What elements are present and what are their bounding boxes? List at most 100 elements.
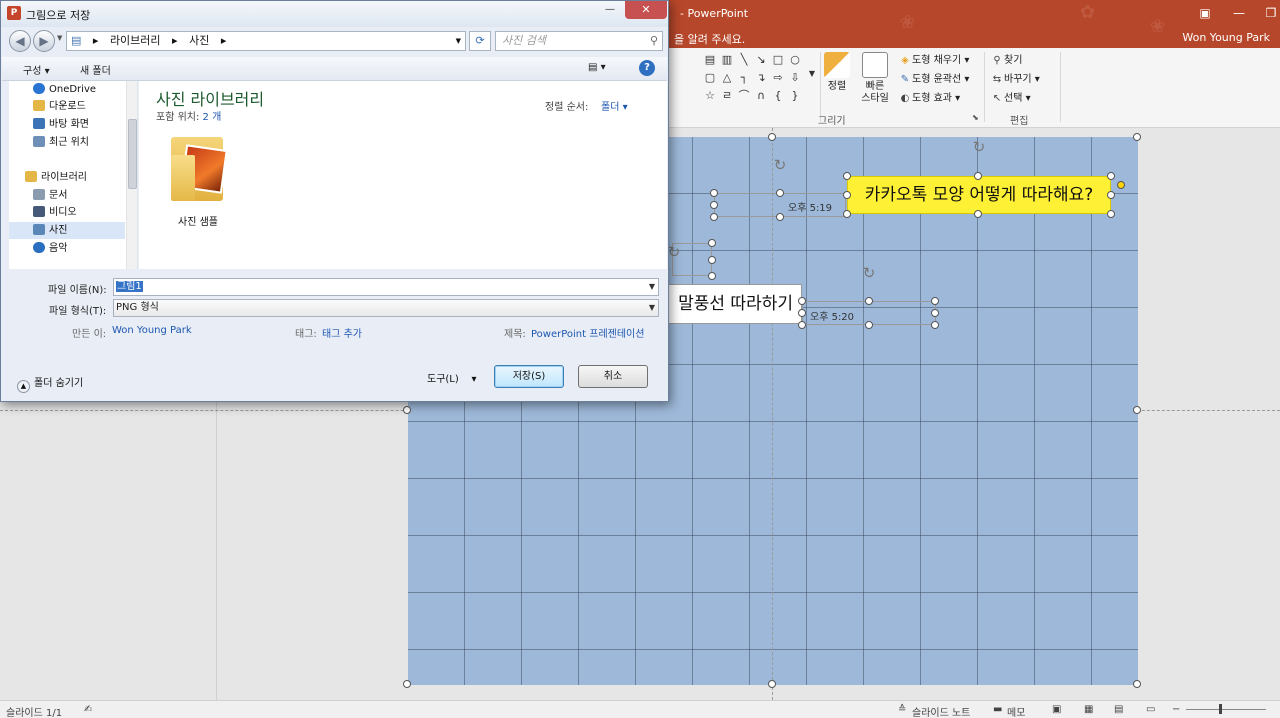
minimize-icon[interactable]: —	[1222, 0, 1256, 26]
resize-handle[interactable]	[708, 256, 716, 264]
rotate-handle-icon[interactable]: ↻	[860, 264, 878, 282]
nav-item-downloads[interactable]: 다운로드	[9, 98, 125, 115]
rounded-rectangle-shape-icon[interactable]: ▢	[702, 71, 718, 85]
rectangle-shape-icon[interactable]: □	[770, 53, 786, 67]
resize-handle[interactable]	[710, 189, 718, 197]
arc-shape-icon[interactable]: ⌒	[736, 89, 752, 103]
brace-right-shape-icon[interactable]: }	[787, 89, 803, 103]
refresh-button[interactable]: ⟳	[469, 31, 491, 51]
resize-handle[interactable]	[1107, 210, 1115, 218]
scrollbar-thumb[interactable]	[128, 119, 137, 189]
adjust-handle[interactable]	[1117, 181, 1125, 189]
address-bar[interactable]: ▤ ▸ 라이브러리 ▸ 사진 ▸ ▼	[66, 31, 466, 51]
resize-handle[interactable]	[768, 680, 776, 688]
down-arrow-shape-icon[interactable]: ⇩	[787, 71, 803, 85]
breadcrumb-separator-icon[interactable]: ▸	[217, 32, 231, 50]
resize-handle[interactable]	[931, 297, 939, 305]
back-button[interactable]: ◀	[9, 30, 31, 52]
filename-dropdown-icon[interactable]: ▼	[649, 279, 655, 295]
folder-item[interactable]: 사진 샘플	[159, 131, 237, 228]
nav-item-music[interactable]: 음악	[9, 240, 125, 257]
yellow-speech-bubble[interactable]: 카카오톡 모양 어떻게 따라해요?	[847, 176, 1111, 214]
elbow-connector-shape-icon[interactable]: ┐	[736, 71, 752, 85]
hide-folders-button[interactable]: ▲ 폴더 숨기기	[17, 374, 83, 393]
library-includes-link[interactable]: 2 개	[203, 112, 222, 123]
search-input[interactable]: 사진 검색 ⚲	[495, 31, 663, 51]
user-account-name[interactable]: Won Young Park	[1182, 31, 1270, 44]
line-shape-icon[interactable]: ╲	[736, 53, 752, 67]
resize-handle[interactable]	[776, 189, 784, 197]
resize-handle[interactable]	[798, 321, 806, 329]
new-folder-button[interactable]: 새 폴더	[80, 62, 111, 77]
resize-handle[interactable]	[931, 321, 939, 329]
zoom-out-icon[interactable]: −	[1172, 704, 1180, 715]
resize-handle[interactable]	[708, 239, 716, 247]
minimize-icon[interactable]: —	[597, 1, 623, 19]
rotate-handle-icon[interactable]: ↻	[970, 138, 988, 156]
organize-button[interactable]: 구성 ▾	[23, 62, 50, 77]
tools-button[interactable]: 도구(L) ▾	[427, 370, 477, 385]
resize-handle[interactable]	[974, 172, 982, 180]
white-speech-bubble[interactable]: 말풍선 따라하기	[668, 284, 802, 324]
nav-item-videos[interactable]: 비디오	[9, 204, 125, 221]
resize-handle[interactable]	[768, 133, 776, 141]
arrange-button[interactable]: 정렬	[822, 52, 852, 93]
nav-item-onedrive[interactable]: OneDrive	[9, 81, 125, 98]
nav-item-recent-places[interactable]: 최근 위치	[9, 134, 125, 151]
resize-handle[interactable]	[403, 406, 411, 414]
resize-handle[interactable]	[1133, 680, 1141, 688]
zoom-slider-thumb[interactable]	[1219, 704, 1222, 714]
nav-item-pictures[interactable]: 사진	[9, 222, 125, 239]
filetype-dropdown-icon[interactable]: ▼	[649, 300, 655, 316]
curve-shape-icon[interactable]: ∩	[753, 89, 769, 103]
filetype-select[interactable]: PNG 형식 ▼	[113, 299, 659, 317]
reading-view-icon[interactable]: ▤	[1114, 704, 1123, 715]
gallery-more-icon[interactable]: ▼	[804, 67, 820, 81]
nav-item-libraries[interactable]: 라이브러리	[9, 169, 125, 186]
resize-handle[interactable]	[1107, 191, 1115, 199]
filename-input[interactable]: 그림1 ▼	[113, 278, 659, 296]
timestamp-text[interactable]: 오후 5:19	[788, 199, 832, 214]
author-value[interactable]: Won Young Park	[112, 325, 192, 336]
ribbon-options-icon[interactable]: ▣	[1188, 0, 1222, 26]
elbow-arrow-shape-icon[interactable]: ↴	[753, 71, 769, 85]
rotate-handle-icon[interactable]: ↻	[771, 156, 789, 174]
slide-sorter-icon[interactable]: ▦	[1084, 704, 1093, 715]
navigation-scrollbar[interactable]	[126, 81, 137, 269]
comments-icon[interactable]: ▬	[993, 704, 1002, 715]
shapes-gallery[interactable]: ▤ ▥ ╲ ↘ □ ○ ▢ △ ┐ ↴ ⇨ ⇩ ☆ ㄹ ⌒ ∩ { } ▼	[702, 53, 818, 109]
brace-shape-icon[interactable]: {	[770, 89, 786, 103]
resize-handle[interactable]	[710, 213, 718, 221]
resize-handle[interactable]	[931, 309, 939, 317]
spell-check-icon[interactable]: ✍	[84, 704, 92, 715]
find-button[interactable]: ⚲ 찾기	[990, 51, 1022, 70]
resize-handle[interactable]	[798, 309, 806, 317]
breadcrumb-separator-icon[interactable]: ▸	[89, 32, 103, 50]
resize-handle[interactable]	[798, 297, 806, 305]
notes-button[interactable]: 슬라이드 노트	[912, 704, 970, 718]
resize-handle[interactable]	[710, 201, 718, 209]
breadcrumb-separator-icon[interactable]: ▸	[168, 32, 182, 50]
star-shape-icon[interactable]: ☆	[702, 89, 718, 103]
freeform-shape-icon[interactable]: ㄹ	[719, 89, 735, 103]
tags-value[interactable]: 태그 추가	[322, 325, 362, 340]
resize-handle[interactable]	[403, 680, 411, 688]
notes-icon[interactable]: ≙	[898, 704, 906, 715]
shape-effects-button[interactable]: ◐ 도형 효과 ▾	[898, 89, 961, 108]
triangle-shape-icon[interactable]: △	[719, 71, 735, 85]
dialog-launcher-icon[interactable]: ⬊	[972, 113, 979, 122]
help-icon[interactable]: ?	[639, 60, 655, 76]
forward-button[interactable]: ▶	[33, 30, 55, 52]
replace-button[interactable]: ⇆ 바꾸기 ▾	[990, 70, 1040, 89]
resize-handle[interactable]	[865, 297, 873, 305]
recent-dropdown-icon[interactable]: ▼	[57, 34, 62, 42]
tell-me-box[interactable]: 을 알려 주세요.	[674, 31, 745, 47]
resize-handle[interactable]	[1133, 406, 1141, 414]
quick-styles-button[interactable]: 빠른 스타일	[854, 52, 896, 105]
resize-handle[interactable]	[843, 210, 851, 218]
oval-shape-icon[interactable]: ○	[787, 53, 803, 67]
cancel-button[interactable]: 취소	[578, 365, 648, 388]
breadcrumb-pictures[interactable]: 사진	[185, 32, 213, 50]
address-dropdown-icon[interactable]: ▼	[456, 32, 461, 50]
right-arrow-shape-icon[interactable]: ⇨	[770, 71, 786, 85]
